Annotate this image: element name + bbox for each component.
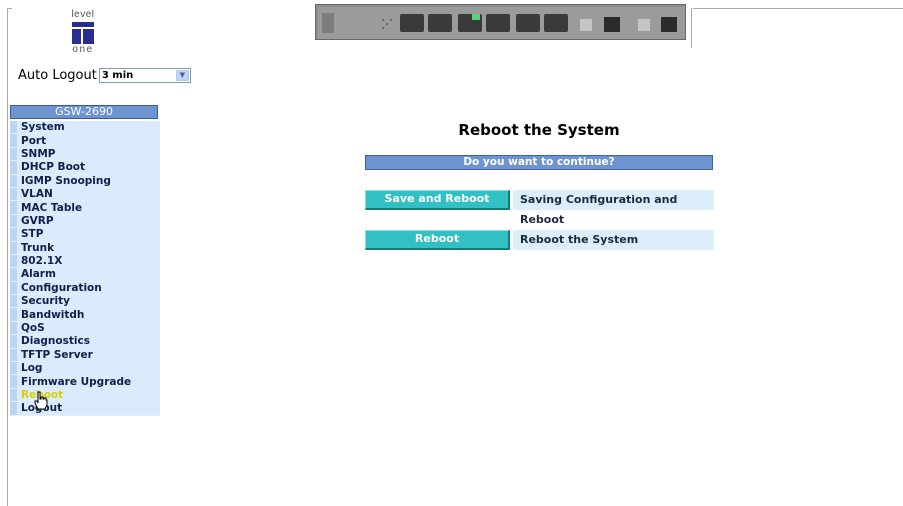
chevron-down-icon[interactable]: ▼	[175, 69, 189, 81]
menu-bullet	[10, 348, 17, 362]
menu-bullet	[10, 201, 17, 214]
sidebar-item-system[interactable]: System	[10, 121, 160, 135]
hand-pointer-icon	[34, 391, 48, 410]
sidebar-item-label: IGMP Snooping	[21, 174, 111, 187]
sidebar-item-label: Security	[21, 295, 71, 308]
menu-bullet	[10, 161, 17, 174]
sidebar-item-snmp[interactable]: SNMP	[10, 147, 160, 162]
sidebar-item-label: GVRP	[21, 214, 54, 227]
sidebar-item-label: Bandwitdh	[21, 308, 85, 321]
sidebar-item-label: Configuration	[21, 281, 102, 294]
menu-bullet	[10, 335, 17, 348]
sidebar-item-gvrp[interactable]: GVRP	[10, 214, 160, 229]
sidebar-item-mac-table[interactable]: MAC Table	[10, 201, 160, 215]
menu-bullet	[10, 362, 17, 375]
sidebar-item-label: Diagnostics	[21, 335, 90, 348]
menu-bullet	[10, 281, 17, 295]
menu-bullet	[10, 388, 17, 402]
menu-bullet	[10, 174, 17, 187]
sidebar-item-stp[interactable]: STP	[10, 228, 160, 242]
reboot-button[interactable]: Reboot	[365, 230, 510, 250]
sidebar-item-802-1x[interactable]: 802.1X	[10, 254, 160, 269]
sidebar-item-label: VLAN	[21, 188, 53, 201]
reboot-row: Reboot Reboot the System	[365, 230, 714, 250]
sidebar-menu: System Port SNMP DHCP Boot IGMP Snooping VLAN…	[10, 121, 160, 416]
auto-logout-control: Auto Logout 3 min ▼	[18, 66, 191, 84]
auto-logout-select[interactable]: 3 min ▼	[98, 67, 191, 83]
logo-top-text: level	[71, 9, 95, 20]
sidebar-item-bandwitdh[interactable]: Bandwitdh	[10, 308, 160, 322]
sidebar-item-logout[interactable]: Logout	[10, 402, 160, 416]
sidebar-item-reboot[interactable]: Reboot	[10, 388, 160, 403]
sidebar-item-label: Alarm	[21, 268, 56, 281]
sidebar-item-log[interactable]: Log	[10, 362, 160, 376]
sidebar-item-igmp-snooping[interactable]: IGMP Snooping	[10, 174, 160, 188]
sidebar-item-security[interactable]: Security	[10, 295, 160, 309]
sidebar-item-label: Log	[21, 362, 43, 375]
menu-bullet	[10, 295, 17, 308]
menu-bullet	[10, 308, 17, 321]
sidebar-item-label: MAC Table	[21, 201, 83, 214]
sidebar-item-qos[interactable]: QoS	[10, 321, 160, 336]
menu-bullet	[10, 268, 17, 281]
sidebar-item-diagnostics[interactable]: Diagnostics	[10, 335, 160, 349]
frame-border-divider	[691, 8, 692, 48]
frame-border-top-right	[693, 8, 903, 9]
menu-bullet	[10, 121, 17, 134]
auto-logout-label: Auto Logout	[18, 67, 97, 83]
menu-bullet	[10, 375, 17, 388]
logo-mark-icon	[72, 22, 94, 44]
menu-bullet	[10, 321, 17, 335]
menu-bullet	[10, 402, 17, 415]
sidebar-item-label: 802.1X	[21, 255, 63, 268]
sidebar-item-port[interactable]: Port	[10, 134, 160, 148]
sidebar-item-label: STP	[21, 228, 44, 241]
sidebar-item-label: DHCP Boot	[21, 161, 86, 174]
reboot-description: Reboot the System	[513, 230, 714, 250]
menu-bullet	[10, 254, 17, 268]
switch-ports-illustration	[318, 7, 685, 39]
menu-bullet	[10, 241, 17, 254]
menu-bullet	[10, 147, 17, 161]
sidebar-item-label: Firmware Upgrade	[21, 375, 132, 388]
menu-bullet	[10, 228, 17, 241]
frame-border-top	[7, 8, 12, 9]
menu-bullet	[10, 187, 17, 201]
levelone-logo: level one	[62, 10, 104, 70]
confirm-question-bar: Do you want to continue?	[365, 155, 713, 170]
sidebar-item-label: QoS	[21, 322, 45, 335]
switch-front-panel-image	[315, 4, 686, 40]
sidebar-item-configuration[interactable]: Configuration	[10, 281, 160, 296]
sidebar-item-vlan[interactable]: VLAN	[10, 187, 160, 202]
auto-logout-value: 3 min	[101, 69, 134, 81]
save-and-reboot-button[interactable]: Save and Reboot	[365, 190, 510, 210]
menu-header: GSW-2690	[10, 105, 158, 119]
sidebar-item-firmware-upgrade[interactable]: Firmware Upgrade	[10, 375, 160, 389]
page-title: Reboot the System	[458, 121, 620, 139]
menu-bullet	[10, 214, 17, 228]
sidebar-item-label: Port	[21, 134, 47, 147]
save-and-reboot-row: Save and Reboot Saving Configuration and…	[365, 190, 714, 226]
sidebar-item-dhcp-boot[interactable]: DHCP Boot	[10, 161, 160, 175]
sidebar-item-label: TFTP Server	[21, 348, 93, 361]
logo-bottom-text: one	[72, 44, 94, 55]
menu-bullet	[10, 134, 17, 147]
sidebar-item-alarm[interactable]: Alarm	[10, 268, 160, 282]
sidebar-item-label: System	[21, 121, 65, 134]
sidebar-item-tftp-server[interactable]: TFTP Server	[10, 348, 160, 363]
sidebar-item-trunk[interactable]: Trunk	[10, 241, 160, 255]
sidebar-item-label: Trunk	[21, 241, 55, 254]
save-and-reboot-description: Saving Configuration and Reboot	[513, 190, 714, 226]
frame-border-left	[7, 8, 8, 506]
sidebar-item-label: SNMP	[21, 147, 56, 160]
